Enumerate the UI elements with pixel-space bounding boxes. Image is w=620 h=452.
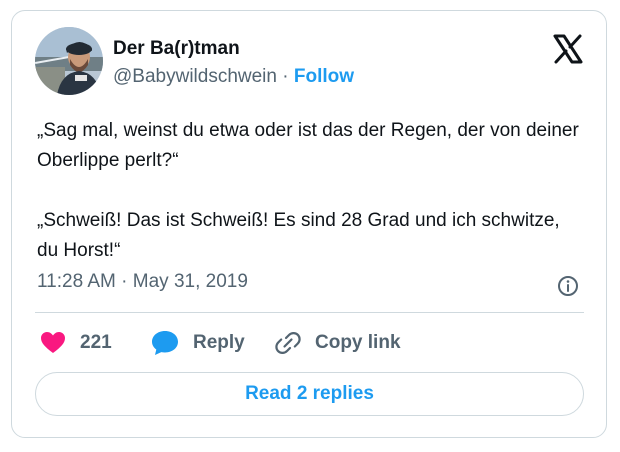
link-icon xyxy=(275,330,301,356)
separator-dot: · xyxy=(282,66,289,87)
heart-icon xyxy=(40,331,66,355)
like-button[interactable]: 221 xyxy=(40,330,112,356)
divider xyxy=(35,312,584,313)
tweet-date[interactable]: May 31, 2019 xyxy=(133,271,248,292)
tweet-timestamp[interactable]: 11:28 AM · May 31, 2019 xyxy=(37,271,248,293)
reply-button[interactable]: Reply xyxy=(151,330,245,356)
x-logo-icon[interactable] xyxy=(552,33,584,65)
tweet-time[interactable]: 11:28 AM xyxy=(37,271,116,292)
copy-link-button[interactable]: Copy link xyxy=(275,330,401,356)
like-count: 221 xyxy=(80,332,112,353)
avatar[interactable] xyxy=(35,27,103,95)
read-replies-label: Read 2 replies xyxy=(245,383,374,404)
author-display-name[interactable]: Der Ba(r)tman xyxy=(113,38,240,60)
read-replies-button[interactable]: Read 2 replies xyxy=(35,372,584,416)
author-handle[interactable]: @Babywildschwein xyxy=(113,66,277,87)
reply-bubble-icon xyxy=(151,330,179,356)
copy-link-label: Copy link xyxy=(315,332,401,353)
tweet-text: „Sag mal, weinst du etwa oder ist das de… xyxy=(37,120,579,261)
follow-link[interactable]: Follow xyxy=(294,66,354,87)
info-icon[interactable] xyxy=(557,275,579,297)
reply-label: Reply xyxy=(193,332,245,353)
timestamp-separator: · xyxy=(121,271,128,292)
author-handle-row: @Babywildschwein · Follow xyxy=(113,66,354,88)
